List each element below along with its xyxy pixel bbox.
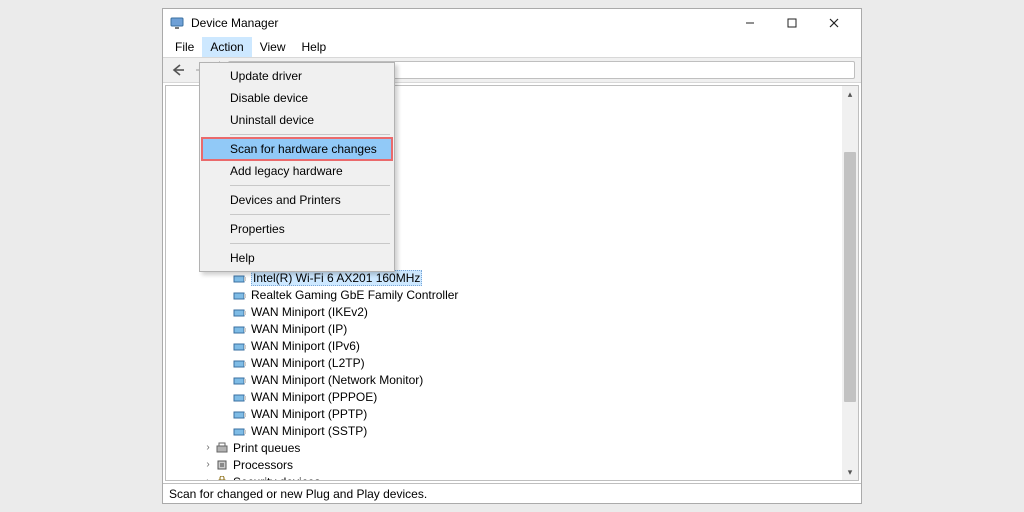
printer-icon — [214, 441, 230, 455]
minimize-button[interactable] — [729, 10, 771, 36]
app-icon — [169, 15, 185, 31]
adapter-icon — [232, 407, 248, 421]
adapter-icon — [232, 424, 248, 438]
adapter-wan-ikev2[interactable]: WAN Miniport (IKEv2) — [168, 303, 842, 320]
menu-action[interactable]: Action — [202, 37, 251, 57]
scroll-up-icon[interactable]: ▴ — [842, 86, 858, 102]
category-security-devices[interactable]: › Security devices — [168, 473, 842, 480]
vertical-scrollbar[interactable]: ▴ ▾ — [842, 86, 858, 480]
maximize-button[interactable] — [771, 10, 813, 36]
adapter-wan-ipv6[interactable]: WAN Miniport (IPv6) — [168, 337, 842, 354]
statusbar-text: Scan for changed or new Plug and Play de… — [169, 487, 427, 501]
action-menu: Update driver Disable device Uninstall d… — [199, 62, 395, 272]
window-controls — [729, 10, 855, 36]
menu-uninstall-device[interactable]: Uninstall device — [202, 109, 392, 131]
adapter-icon — [232, 390, 248, 404]
menu-help[interactable]: Help — [202, 247, 392, 269]
security-icon — [214, 475, 230, 481]
close-button[interactable] — [813, 10, 855, 36]
scroll-thumb[interactable] — [844, 152, 856, 402]
adapter-icon — [232, 322, 248, 336]
menu-properties[interactable]: Properties — [202, 218, 392, 240]
scroll-track[interactable] — [842, 102, 858, 464]
menu-disable-device[interactable]: Disable device — [202, 87, 392, 109]
titlebar: Device Manager — [163, 9, 861, 37]
adapter-icon — [232, 356, 248, 370]
adapter-wan-pppoe[interactable]: WAN Miniport (PPPOE) — [168, 388, 842, 405]
adapter-icon — [232, 373, 248, 387]
adapter-wan-sstp[interactable]: WAN Miniport (SSTP) — [168, 422, 842, 439]
adapter-icon — [232, 271, 248, 285]
window-title: Device Manager — [191, 16, 729, 30]
device-manager-window: Device Manager File Action View Help — [162, 8, 862, 504]
menubar: File Action View Help — [163, 37, 861, 57]
expand-icon[interactable]: › — [202, 476, 214, 480]
adapter-wan-ip[interactable]: WAN Miniport (IP) — [168, 320, 842, 337]
menu-update-driver[interactable]: Update driver — [202, 65, 392, 87]
adapter-icon — [232, 339, 248, 353]
nav-back-icon[interactable] — [169, 62, 187, 78]
adapter-wan-l2tp[interactable]: WAN Miniport (L2TP) — [168, 354, 842, 371]
menu-separator — [230, 185, 390, 186]
category-print-queues[interactable]: › Print queues — [168, 439, 842, 456]
adapter-wan-pptp[interactable]: WAN Miniport (PPTP) — [168, 405, 842, 422]
category-processors[interactable]: › Processors — [168, 456, 842, 473]
processor-icon — [214, 458, 230, 472]
adapter-icon — [232, 288, 248, 302]
menu-view[interactable]: View — [252, 37, 294, 57]
menu-scan-hardware[interactable]: Scan for hardware changes — [202, 138, 392, 160]
menu-separator — [230, 214, 390, 215]
menu-separator — [230, 243, 390, 244]
adapter-realtek[interactable]: Realtek Gaming GbE Family Controller — [168, 286, 842, 303]
menu-add-legacy[interactable]: Add legacy hardware — [202, 160, 392, 182]
adapter-icon — [232, 305, 248, 319]
expand-icon[interactable]: › — [202, 459, 214, 470]
menu-help[interactable]: Help — [294, 37, 335, 57]
statusbar: Scan for changed or new Plug and Play de… — [163, 483, 861, 503]
menu-file[interactable]: File — [167, 37, 202, 57]
menu-separator — [230, 134, 390, 135]
adapter-wan-netmon[interactable]: WAN Miniport (Network Monitor) — [168, 371, 842, 388]
scroll-down-icon[interactable]: ▾ — [842, 464, 858, 480]
expand-icon[interactable]: › — [202, 442, 214, 453]
menu-devices-printers[interactable]: Devices and Printers — [202, 189, 392, 211]
